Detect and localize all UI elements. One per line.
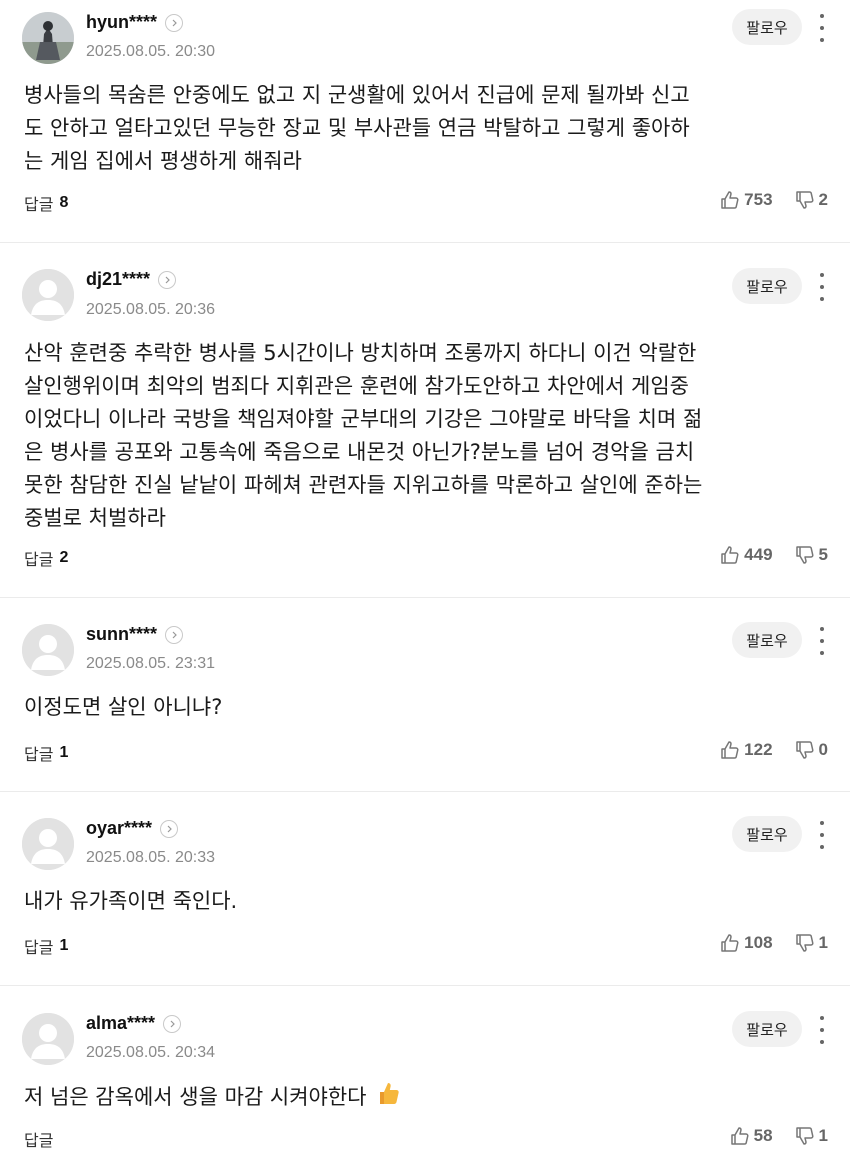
reply-button[interactable]: 답글 [24,1127,53,1151]
reply-button[interactable]: 답글 1 [24,741,68,765]
avatar[interactable] [22,624,74,676]
more-options-icon[interactable] [812,821,832,849]
more-options-icon[interactable] [812,627,832,655]
comment-item: oyar**** 2025.08.05. 20:33 팔로우 내가 유가족이면 … [0,791,850,985]
reply-button[interactable]: 답글 2 [24,546,68,570]
username[interactable]: sunn**** [86,624,184,645]
chevron-right-icon [160,819,179,838]
like-button[interactable]: 449 [720,545,773,565]
default-avatar-icon [22,269,74,321]
like-button[interactable]: 108 [720,933,773,953]
reply-count: 8 [59,194,69,211]
thumbs-up-icon [730,1127,749,1145]
dislike-button[interactable]: 2 [795,190,828,210]
vote-group: 753 2 [720,190,828,210]
reply-count: 1 [59,937,69,954]
comment-item: dj21**** 2025.08.05. 20:36 팔로우 산악 훈련중 추락… [0,242,850,597]
like-button[interactable]: 753 [720,190,773,210]
more-options-icon[interactable] [812,14,832,42]
username[interactable]: dj21**** [86,269,177,290]
comment-text: 병사들의 목숨른 안중에도 없고 지 군생활에 있어서 진급에 문제 될까봐 신… [24,83,690,173]
thumbs-up-icon [721,546,739,564]
default-avatar-icon [22,1013,74,1065]
comment-date: 2025.08.05. 20:36 [86,301,216,318]
default-avatar-icon [22,624,74,676]
comment-text: 내가 유가족이면 죽인다. [24,889,238,913]
dislike-button[interactable]: 5 [795,545,828,565]
more-options-icon[interactable] [812,1016,832,1044]
follow-button[interactable]: 팔로우 [732,9,802,45]
chevron-right-icon [158,270,177,289]
comment-item: hyun**** 2025.08.05. 20:30 팔로우 병사들의 목숨른 … [0,0,850,242]
reply-button[interactable]: 답글 1 [24,934,68,958]
comment-item: alma**** 2025.08.05. 20:34 팔로우 저 넘은 감옥에서… [0,985,850,1176]
thumbs-down-icon [795,191,814,209]
reply-count: 1 [59,744,69,761]
follow-button[interactable]: 팔로우 [732,1011,802,1047]
chevron-right-icon [163,1014,182,1033]
thumbs-down-icon [795,546,814,564]
reply-count: 2 [59,549,69,566]
avatar[interactable] [22,1013,74,1065]
thumbs-up-icon [721,934,739,952]
avatar[interactable] [22,818,74,870]
dislike-button[interactable]: 1 [795,1126,828,1146]
default-avatar-icon [22,818,74,870]
username[interactable]: oyar**** [86,818,179,839]
follow-button[interactable]: 팔로우 [732,816,802,852]
thumbs-up-icon [721,741,739,759]
comment-text: 저 넘은 감옥에서 생을 마감 시켜야한다 [24,1080,814,1116]
vote-group: 449 5 [720,545,828,565]
thumbs-up-icon [721,191,739,209]
comment-item: sunn**** 2025.08.05. 23:31 팔로우 이정도면 살인 아… [0,597,850,791]
comment-date: 2025.08.05. 20:34 [86,1044,216,1061]
reply-button[interactable]: 답글 8 [24,191,68,215]
dislike-button[interactable]: 0 [795,740,828,760]
vote-group: 108 1 [720,933,828,953]
user-photo-icon [22,12,74,64]
more-options-icon[interactable] [812,273,832,301]
avatar[interactable] [22,269,74,321]
thumbs-down-icon [795,741,814,759]
like-button[interactable]: 58 [730,1126,773,1146]
thumbs-down-icon [795,934,814,952]
follow-button[interactable]: 팔로우 [732,622,802,658]
follow-button[interactable]: 팔로우 [732,268,802,304]
chevron-right-icon [165,13,184,32]
thumbs-up-emoji [377,1080,401,1116]
comment-text: 이정도면 살인 아니냐? [24,695,223,719]
comment-text: 산악 훈련중 추락한 병사를 5시간이나 방치하며 조롱까지 하다니 이건 악랄… [24,341,703,530]
comment-date: 2025.08.05. 20:30 [86,43,216,60]
comment-list: hyun**** 2025.08.05. 20:30 팔로우 병사들의 목숨른 … [0,0,850,1176]
vote-group: 122 0 [720,740,828,760]
chevron-right-icon [165,625,184,644]
vote-group: 58 1 [730,1126,828,1146]
thumbs-down-icon [795,1127,814,1145]
username[interactable]: hyun**** [86,12,184,33]
comment-date: 2025.08.05. 20:33 [86,849,216,866]
dislike-button[interactable]: 1 [795,933,828,953]
avatar[interactable] [22,12,74,64]
like-button[interactable]: 122 [720,740,773,760]
username[interactable]: alma**** [86,1013,182,1034]
comment-date: 2025.08.05. 23:31 [86,655,216,672]
